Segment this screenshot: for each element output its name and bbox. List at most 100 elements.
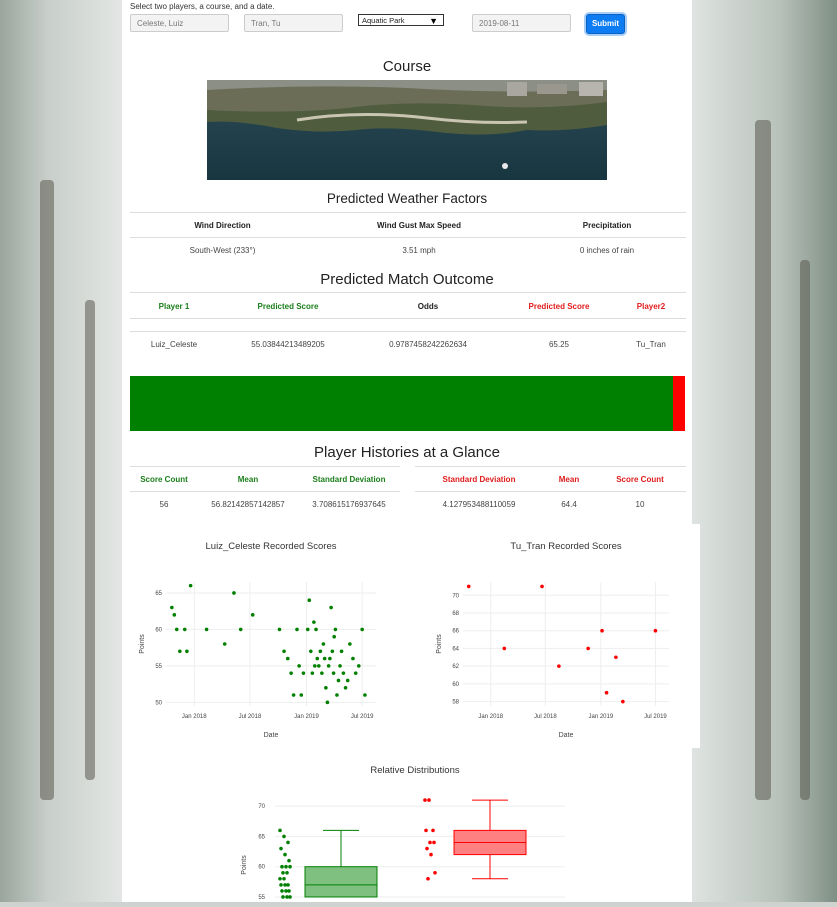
data-point <box>621 699 625 704</box>
data-point <box>328 656 332 661</box>
y-tick-label: 66 <box>452 629 459 635</box>
histories-heading: Player Histories at a Glance <box>314 444 500 461</box>
weather-header-wind-direction: Wind Direction <box>194 221 251 230</box>
y-axis-label: Points <box>241 855 248 875</box>
odds-bar-player1-fill <box>130 376 674 431</box>
forest-background-left <box>0 0 122 902</box>
course-select[interactable]: Aquatic Park ▼ <box>358 14 444 26</box>
data-point <box>321 642 326 646</box>
relative-distributions-chart[interactable]: Relative Distributions 55 60 65 70 Points <box>225 750 605 902</box>
data-point <box>305 627 310 632</box>
submit-button[interactable]: Submit <box>586 14 625 34</box>
box <box>304 866 378 898</box>
y-tick-label: 70 <box>452 593 459 599</box>
data-point <box>466 584 471 589</box>
outcome-player1: Luiz_Celeste <box>150 340 198 349</box>
y-tick-label: 65 <box>258 834 265 840</box>
history-header-std-2: Standard Deviation <box>442 475 516 484</box>
x-tick-label: Jan 2019 <box>588 714 613 720</box>
table-divider <box>130 466 400 467</box>
data-point <box>333 627 338 632</box>
y-tick-label: 55 <box>155 664 162 670</box>
history-mean-1: 56.82142857142857 <box>211 500 285 509</box>
tree-trunk-decoration <box>85 300 95 780</box>
table-divider <box>130 212 686 213</box>
outcome-header-predicted-score-2: Predicted Score <box>528 302 590 311</box>
distribution-point <box>281 870 285 875</box>
history-mean-2: 64.4 <box>561 500 577 509</box>
data-point <box>322 656 327 661</box>
table-divider <box>415 491 686 492</box>
data-point <box>329 605 333 610</box>
y-axis-label: Points <box>139 634 146 654</box>
distribution-point <box>423 798 427 802</box>
data-point <box>299 693 304 697</box>
data-point <box>289 671 293 675</box>
data-point <box>336 678 341 683</box>
odds-bar-player2-fill <box>673 376 685 431</box>
distribution-point <box>425 846 429 851</box>
history-header-count-1: Score Count <box>140 475 188 484</box>
x-tick-label: Jul 2019 <box>644 714 667 720</box>
y-tick-label: 60 <box>258 865 265 871</box>
x-axis-label: Date <box>559 732 574 739</box>
data-point <box>348 642 352 646</box>
data-point <box>277 627 282 632</box>
tree-trunk-decoration <box>755 120 771 800</box>
data-point <box>318 649 323 654</box>
history-header-count-2: Score Count <box>616 475 664 484</box>
data-point <box>343 685 348 690</box>
data-point <box>172 613 177 617</box>
data-point <box>317 664 321 668</box>
distribution-point <box>283 852 287 857</box>
outcome-predicted-score-1: 55.03844213489205 <box>251 340 325 349</box>
table-divider <box>130 318 686 319</box>
distribution-point <box>279 846 283 851</box>
distribution-point <box>288 864 292 869</box>
distribution-point <box>426 877 430 881</box>
data-point <box>356 664 361 668</box>
weather-heading: Predicted Weather Factors <box>326 191 488 206</box>
data-point <box>614 655 618 660</box>
data-point <box>325 700 330 705</box>
data-point <box>291 693 296 697</box>
x-axis-label: Date <box>264 732 279 739</box>
y-axis-label: Points <box>436 634 443 654</box>
y-tick-label: 62 <box>452 664 459 670</box>
history-std-2: 4.127953488110059 <box>442 500 516 509</box>
outcome-header-player1: Player 1 <box>158 302 190 311</box>
luiz-scatter-chart[interactable]: Luiz_Celeste Recorded Scores 50 55 60 65 Jan … <box>130 524 415 748</box>
distribution-point <box>428 840 432 845</box>
y-tick-label: 64 <box>452 646 459 652</box>
date-input[interactable]: 2019-08-11 <box>472 14 571 32</box>
outcome-odds: 0.9787458242262634 <box>389 340 467 349</box>
data-point <box>312 620 316 624</box>
outcome-heading: Predicted Match Outcome <box>320 271 494 288</box>
data-point <box>320 671 324 675</box>
data-point <box>353 671 358 675</box>
tu-scatter-chart[interactable]: Tu_Tran Recorded Scores 58 60 62 64 66 68 70 Jan… <box>415 524 700 748</box>
data-point <box>586 646 590 651</box>
weather-wind-direction: South-West (233°) <box>189 246 256 255</box>
tree-trunk-decoration <box>40 180 54 800</box>
y-tick-label: 68 <box>452 611 459 617</box>
data-point <box>363 693 367 697</box>
weather-header-gust-speed: Wind Gust Max Speed <box>377 221 461 230</box>
data-point <box>238 627 243 632</box>
distribution-point <box>278 828 282 833</box>
distribution-point <box>282 834 286 839</box>
data-point <box>600 628 604 633</box>
distribution-point <box>287 858 291 863</box>
data-point <box>232 591 236 595</box>
odds-bar <box>130 376 685 431</box>
y-tick-label: 58 <box>452 700 459 706</box>
y-tick-label: 50 <box>155 700 162 706</box>
distribution-point <box>280 889 284 893</box>
player2-input[interactable]: Tran, Tu <box>244 14 343 32</box>
player1-input[interactable]: Celeste, Luiz <box>130 14 229 32</box>
data-point <box>341 671 346 675</box>
outcome-predicted-score-2: 65.25 <box>548 340 570 349</box>
course-heading: Course <box>382 58 432 75</box>
distribution-point <box>286 840 290 845</box>
x-tick-label: Jan 2018 <box>182 714 207 720</box>
